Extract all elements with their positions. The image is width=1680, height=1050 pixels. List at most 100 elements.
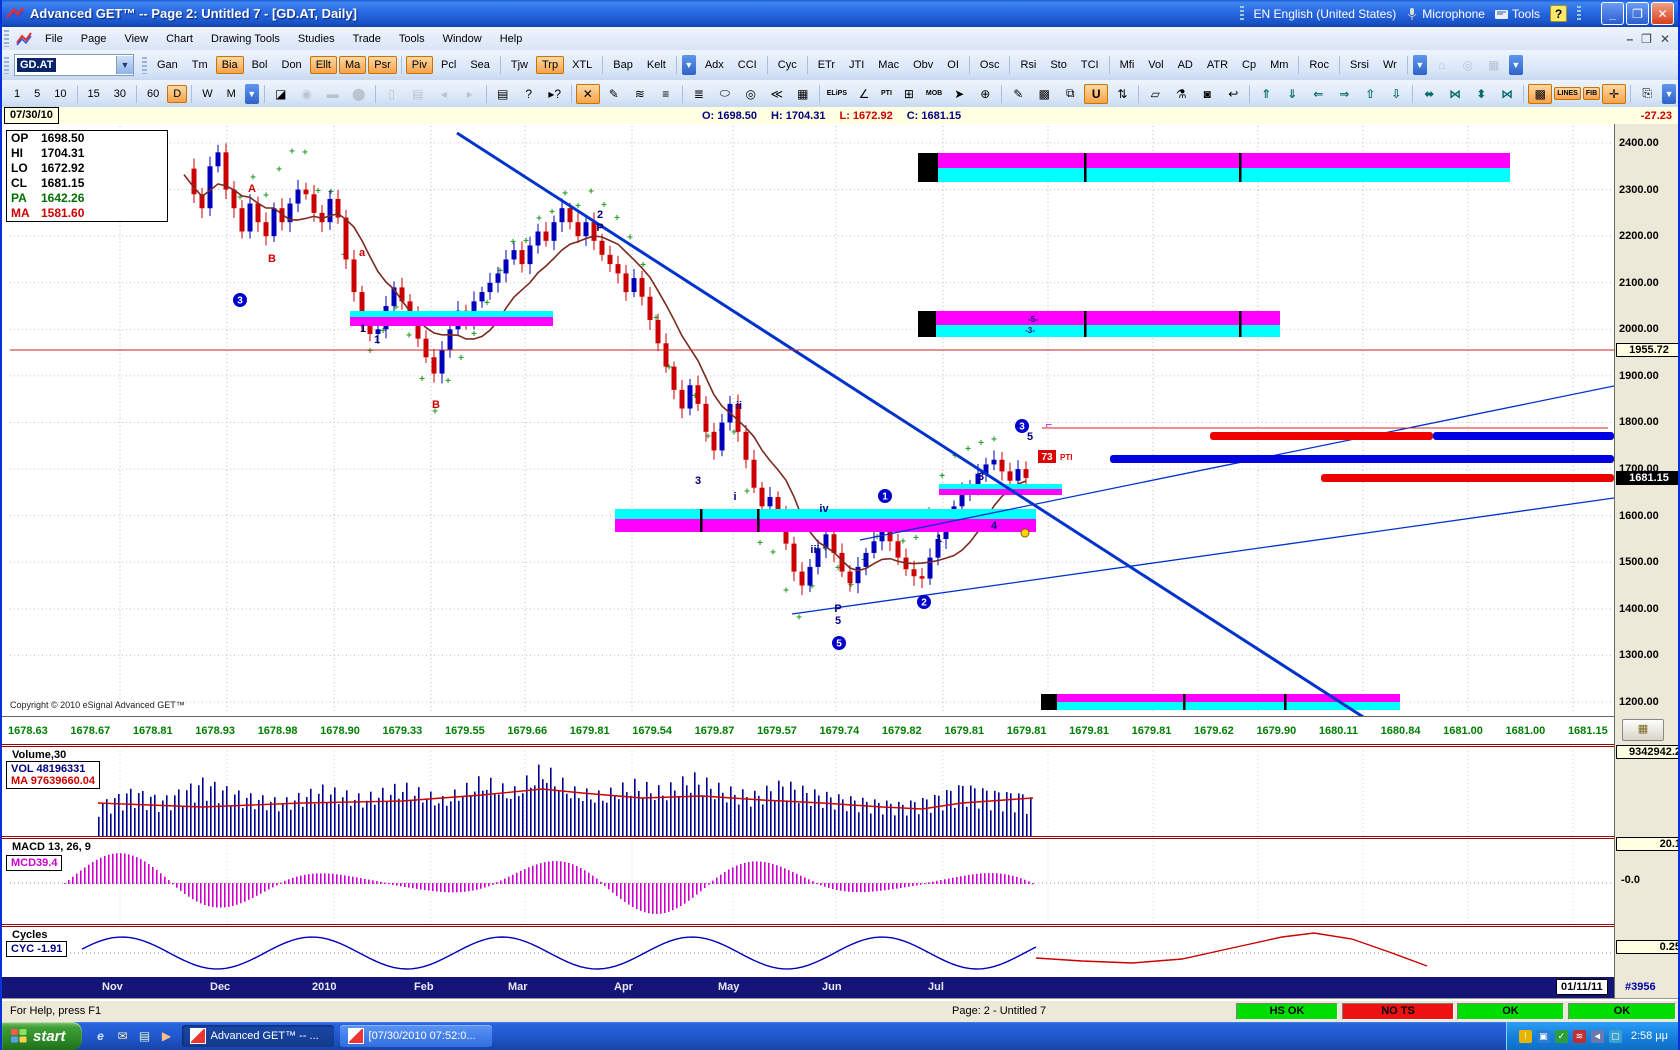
close-button[interactable]: ✕	[1651, 2, 1674, 25]
extra-toolbar-dropdown-icon[interactable]: ▼	[1509, 55, 1523, 75]
study-button-sto[interactable]: Sto	[1044, 56, 1073, 74]
timeframe-w[interactable]: W	[196, 85, 218, 103]
print-icon[interactable]: ▤	[491, 84, 515, 104]
study-button-cyc[interactable]: Cyc	[772, 56, 803, 74]
compress-horizontal-icon[interactable]: ⋈	[1443, 84, 1467, 104]
elips-tool-icon[interactable]: ELiPS	[824, 87, 850, 100]
study-button-vol[interactable]: Vol	[1142, 56, 1169, 74]
study-button-don[interactable]: Don	[276, 56, 308, 74]
menu-file[interactable]: File	[36, 30, 72, 48]
pencil-tool-icon[interactable]: ✎	[602, 84, 626, 104]
language-tools-menu[interactable]: Tools	[1495, 7, 1540, 21]
study-button-osc[interactable]: Osc	[974, 56, 1006, 74]
menu-chart[interactable]: Chart	[157, 30, 202, 48]
time-axis[interactable]: 01/11/11 NovDec2010FebMarAprMayJunJul	[2, 977, 1614, 999]
crosshair-tool-icon[interactable]: ✕	[576, 84, 600, 104]
tray-shield-icon[interactable]: ✓	[1555, 1030, 1568, 1043]
study-button-tjw[interactable]: Tjw	[505, 56, 534, 74]
study-button-mfi[interactable]: Mfi	[1114, 56, 1141, 74]
tray-data-icon[interactable]: ≋	[1573, 1030, 1586, 1043]
symbol-dropdown-arrow-icon[interactable]: ▼	[116, 56, 133, 74]
menu-trade[interactable]: Trade	[344, 30, 390, 48]
menu-window[interactable]: Window	[434, 30, 491, 48]
gann-grid-icon[interactable]: ⊞	[897, 84, 921, 104]
new-page-icon[interactable]: ▯	[380, 84, 404, 104]
home-icon[interactable]: ⌂	[1430, 55, 1454, 75]
parallel-lines-icon[interactable]: ≡	[654, 84, 678, 104]
compress-vertical-icon[interactable]: ⋈	[1495, 84, 1519, 104]
menu-bar-grip[interactable]	[4, 30, 9, 47]
tray-alert-icon[interactable]: !	[1519, 1030, 1532, 1043]
arrow-right-icon[interactable]: ⇒	[1332, 84, 1356, 104]
study-button-ellt[interactable]: Ellt	[310, 56, 337, 74]
balloon-icon[interactable]: ⬤	[347, 84, 371, 104]
context-help-icon[interactable]: ▸?	[543, 84, 567, 104]
regression-channel-icon[interactable]: ≣	[687, 84, 711, 104]
eraser-icon[interactable]: ▬	[321, 84, 345, 104]
task-button-2[interactable]: [07/30/2010 07:52:0...	[340, 1025, 492, 1047]
study-button-roc[interactable]: Roc	[1303, 56, 1335, 74]
study-button-obv[interactable]: Obv	[907, 56, 939, 74]
study-button-bol[interactable]: Bol	[246, 56, 274, 74]
money-icon[interactable]: ◎	[1456, 55, 1480, 75]
microphone-toggle[interactable]: Microphone	[1406, 7, 1485, 21]
expand-horizontal-icon[interactable]: ⬌	[1417, 84, 1441, 104]
study-button-wr[interactable]: Wr	[1377, 56, 1403, 74]
shift-down-icon[interactable]: ⇩	[1384, 84, 1408, 104]
forward-icon[interactable]: ▸	[458, 84, 482, 104]
study-button-bap[interactable]: Bap	[607, 56, 639, 74]
grid-tool-icon[interactable]: ▦	[791, 84, 815, 104]
study-button-sea[interactable]: Sea	[464, 56, 496, 74]
menu-studies[interactable]: Studies	[289, 30, 344, 48]
menu-page[interactable]: Page	[72, 30, 116, 48]
study-button-xtl[interactable]: XTL	[566, 56, 598, 74]
price-chart[interactable]: ++++++++++++++++++++++++++++++++++++++++…	[2, 124, 1614, 716]
language-bar-options-grip[interactable]	[1577, 6, 1581, 22]
gann-angle-icon[interactable]: ∠	[852, 84, 876, 104]
symbol-combobox[interactable]: GD.AT ▼	[14, 54, 134, 76]
move-tool-icon[interactable]: ➤	[947, 84, 971, 104]
study-button-mac[interactable]: Mac	[872, 56, 905, 74]
tiles-icon[interactable]: ▩	[1032, 84, 1056, 104]
study-button-trp[interactable]: Trp	[536, 56, 564, 74]
axis-properties-button[interactable]: ▦	[1622, 719, 1664, 741]
menu-tools[interactable]: Tools	[390, 30, 434, 48]
language-bar-grip[interactable]	[1240, 6, 1244, 22]
child-close-icon[interactable]: ✕	[1660, 32, 1670, 46]
properties-icon[interactable]: ⎘	[1635, 83, 1659, 104]
study-button-kelt[interactable]: Kelt	[641, 56, 672, 74]
language-selector[interactable]: EN English (United States)	[1254, 7, 1397, 21]
child-minimize-icon[interactable]: –	[1626, 32, 1633, 46]
launch-show-desktop-icon[interactable]: ▤	[136, 1027, 154, 1045]
timeframe-1[interactable]: 1	[8, 85, 26, 103]
volume-panel[interactable]: Volume,30 VOL 48196331 MA 97639660.04	[2, 744, 1614, 839]
studies-toolbar-grip[interactable]	[4, 57, 9, 74]
launch-media-player-icon[interactable]: ▶	[158, 1027, 176, 1045]
price-axis[interactable]: 2400.002300.002200.002100.002000.001900.…	[1614, 124, 1680, 744]
building-icon[interactable]: ▦	[1482, 55, 1506, 75]
arrow-left-icon[interactable]: ⇐	[1306, 84, 1330, 104]
study-button-etr[interactable]: ETr	[812, 56, 841, 74]
main-toolbar-dropdown-icon[interactable]: ▼	[1662, 84, 1676, 104]
study-button-piv[interactable]: Piv	[406, 56, 433, 74]
study-button-bia[interactable]: Bia	[216, 56, 244, 74]
study-button-psr[interactable]: Psr	[368, 56, 397, 74]
menu-drawing-tools[interactable]: Drawing Tools	[202, 30, 289, 48]
tray-clock[interactable]: 2:58 μμ	[1631, 1030, 1668, 1042]
red-cross-icon[interactable]: ✛	[1602, 84, 1626, 104]
draw-pencil-icon[interactable]: ✎	[1006, 84, 1030, 104]
open-folder-icon[interactable]: ▱	[1143, 84, 1167, 104]
study-button-ad[interactable]: AD	[1172, 56, 1199, 74]
copy-page-icon[interactable]: ⧉	[1058, 83, 1082, 104]
pti-tool-icon[interactable]: PTI	[878, 87, 895, 100]
study-button-tm[interactable]: Tm	[186, 56, 214, 74]
studies-overflow-dropdown-icon[interactable]: ▼	[1413, 55, 1427, 75]
studies-group-grip[interactable]	[142, 57, 147, 74]
tray-monitor-icon[interactable]: ▢	[1609, 1030, 1622, 1043]
timeframe-10[interactable]: 10	[48, 85, 72, 103]
study-button-adx[interactable]: Adx	[699, 56, 730, 74]
start-button[interactable]: start	[2, 1022, 82, 1050]
tray-volume-icon[interactable]: ◄	[1591, 1030, 1604, 1043]
dotted-grid-icon[interactable]: ▩	[1528, 84, 1552, 104]
menu-help[interactable]: Help	[491, 30, 532, 48]
